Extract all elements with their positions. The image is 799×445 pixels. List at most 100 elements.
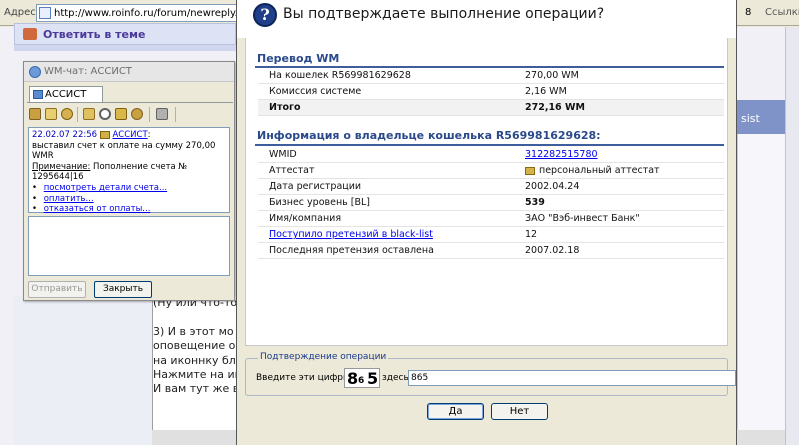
wallet-icon[interactable] <box>115 108 127 120</box>
editor-line <box>153 310 238 324</box>
card-icon[interactable] <box>29 108 41 120</box>
row-value: 12 <box>525 229 538 240</box>
editor-line: оповещение о <box>153 339 236 353</box>
view-invoice-link[interactable]: посмотреть детали счета... <box>44 183 167 193</box>
chat-toolbar <box>29 106 229 124</box>
row-label: Последняя претензия оставлена <box>269 245 434 256</box>
row-label: Комиссия системе <box>269 86 362 97</box>
wm-chat-window: WM-чат: АССИСТ АССИСТ 22.02.07 22:56 АСС… <box>23 61 235 301</box>
links-button[interactable]: Ссылки <box>765 7 799 18</box>
search-icon[interactable] <box>99 108 111 120</box>
captcha-digit: 8 <box>347 369 359 388</box>
owner-row: Аттестат персональный аттестат <box>258 163 724 179</box>
toolbar-separator <box>175 107 176 122</box>
editor-bottom-bar <box>152 430 238 445</box>
folder-icon[interactable] <box>45 108 57 120</box>
row-value: 270,00 WM <box>525 70 579 81</box>
chat-message-area: 22.02.07 22:56 АССИСТ: выставил счет к о… <box>28 127 230 214</box>
confirm-here-label: здесь <box>382 373 409 383</box>
dialog-question: Вы подтверждаете выполнение операции? <box>283 6 605 22</box>
row-label: Имя/компания <box>269 213 342 224</box>
row-value: 2,16 WM <box>525 86 567 97</box>
url-field[interactable]: http://www.roinfo.ru/forum/newreply.php <box>36 4 257 22</box>
captcha-image: 8 6 5 <box>344 368 380 388</box>
operation-details: Перевод WM На кошелек R569981629628 270,… <box>245 38 728 346</box>
transfer-icon[interactable] <box>131 108 143 120</box>
confirm-group: Подтверждение операции Введите эти цифры… <box>245 352 736 396</box>
yes-button[interactable]: Да <box>427 403 484 420</box>
reply-link[interactable]: Ответить в теме <box>43 28 145 41</box>
question-icon: ? <box>253 3 277 27</box>
row-value: 2007.02.18 <box>525 245 580 256</box>
confirm-legend: Подтверждение операции <box>258 352 389 362</box>
reply-bar: Ответить в теме <box>14 23 236 45</box>
webmoney-icon <box>29 66 41 78</box>
tools-icon[interactable] <box>156 108 168 120</box>
blacklist-link[interactable]: Поступило претензий в black-list <box>269 229 433 240</box>
captcha-input[interactable] <box>408 370 736 386</box>
row-label: На кошелек R569981629628 <box>269 70 411 81</box>
transfer-row: Комиссия системе 2,16 WM <box>258 84 724 100</box>
transfer-section-title: Перевод WM <box>257 52 340 65</box>
editor-line: на иконнку бл <box>153 353 236 367</box>
page-icon <box>39 7 51 19</box>
user-icon <box>33 90 43 99</box>
no-button[interactable]: Нет <box>491 403 548 420</box>
right-panel-tab[interactable]: sist <box>737 100 785 134</box>
editor-line: Нажмите на ик <box>153 368 238 382</box>
close-button[interactable]: Закрыть <box>94 281 152 298</box>
url-text: http://www.roinfo.ru/forum/newreply.php <box>54 7 257 19</box>
row-label: Бизнес уровень [BL] <box>269 197 371 208</box>
section-rule <box>255 144 724 146</box>
captcha-digit: 6 <box>358 376 365 386</box>
toolbar-count: 8 <box>745 7 752 18</box>
owner-row: Имя/компания ЗАО "Вэб-инвест Банк" <box>258 211 724 227</box>
owner-section-title: Информация о владельце кошелька R5699816… <box>257 129 601 142</box>
owner-row: Последняя претензия оставлена 2007.02.18 <box>258 243 724 259</box>
owner-row: WMID 312282515780 <box>258 147 724 163</box>
decline-link[interactable]: отказаться от оплаты... <box>44 204 151 214</box>
owner-row: Поступило претензий в black-list 12 <box>258 227 724 243</box>
links-toolbar: 8 Ссылки <box>737 0 799 26</box>
tab-assist[interactable]: АССИСТ <box>29 86 103 102</box>
chat-title: WM-чат: АССИСТ <box>44 66 132 77</box>
tab-label: АССИСТ <box>45 89 87 100</box>
message-editor[interactable]: (Ну или что-то 3) И в этот мо оповещение… <box>152 296 238 445</box>
row-value: ЗАО "Вэб-инвест Банк" <box>525 213 640 224</box>
row-value: 272,16 WM <box>525 102 585 113</box>
transfer-row: На кошелек R569981629628 270,00 WM <box>258 68 724 84</box>
row-label: Аттестат <box>269 165 315 176</box>
editor-line: 3) И в этот мо <box>153 324 234 338</box>
transfer-total-row: Итого 272,16 WM <box>258 100 724 116</box>
toolbar-separator <box>149 107 150 122</box>
row-value: персональный аттестат <box>525 165 660 176</box>
right-panel <box>737 134 785 445</box>
page-scrollbar[interactable] <box>785 27 799 445</box>
row-value: 539 <box>525 197 545 208</box>
wmid-link[interactable]: 312282515780 <box>525 149 598 160</box>
invoice-icon[interactable] <box>83 108 95 120</box>
owner-row: Дата регистрации 2002.04.24 <box>258 179 724 195</box>
tab-divider <box>27 102 233 103</box>
message-time: 22.02.07 22:56 <box>32 130 98 140</box>
confirm-dialog: ? Вы подтверждаете выполнение операции? … <box>236 0 737 445</box>
chat-input[interactable] <box>28 216 230 276</box>
owner-row: Бизнес уровень [BL] 539 <box>258 195 724 211</box>
forum-divider <box>14 45 236 51</box>
captcha-digit: 5 <box>367 369 379 388</box>
toolbar-separator <box>77 107 78 122</box>
address-label: Адрес: <box>4 7 40 18</box>
certificate-icon <box>525 166 535 175</box>
row-value: 2002.04.24 <box>525 181 580 192</box>
gear-icon[interactable] <box>61 108 73 120</box>
send-button[interactable]: Отправить <box>28 281 86 298</box>
certificate-icon <box>99 130 110 139</box>
message-author-link[interactable]: АССИСТ <box>112 130 147 140</box>
chat-titlebar[interactable]: WM-чат: АССИСТ <box>24 62 234 82</box>
editor-line: И вам тут же в <box>153 382 238 396</box>
pay-link[interactable]: оплатить... <box>44 194 94 204</box>
right-tab-label: sist <box>741 112 760 125</box>
editor-toolbar-area <box>14 296 152 445</box>
confirm-label: Введите эти цифры <box>256 373 351 383</box>
row-label: Итого <box>269 102 301 113</box>
